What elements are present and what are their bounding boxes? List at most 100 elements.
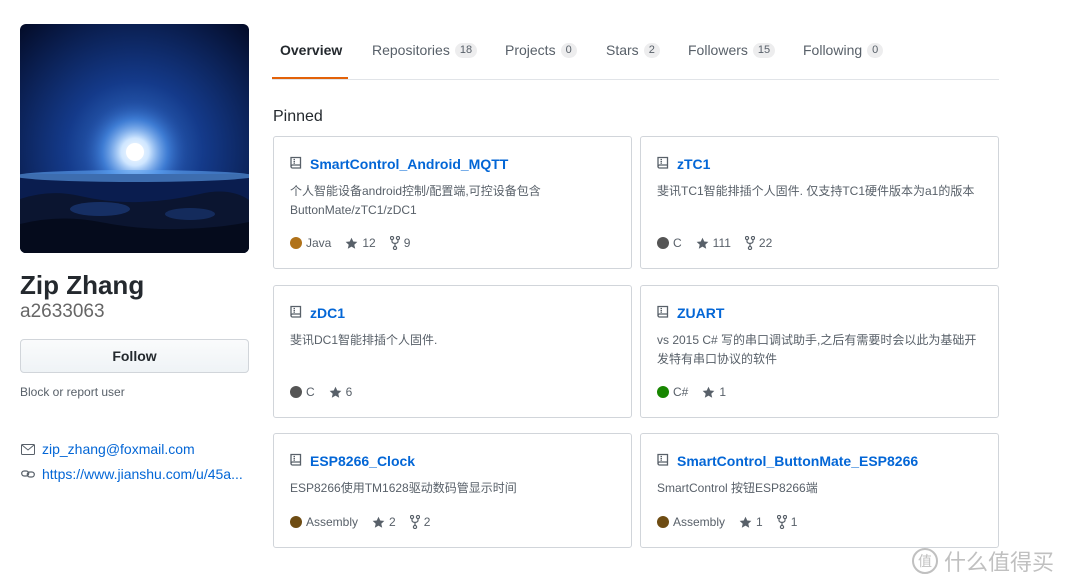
repo-stars-link[interactable]: 111 [696,236,731,250]
repo-forks-link[interactable]: 22 [744,236,772,250]
repo-card-header: SmartControl_ButtonMate_ESP8266 [657,453,918,469]
repo-stars-count[interactable]: 1 [756,515,763,529]
tab-followers[interactable]: Followers 15 [688,42,776,58]
repo-forks-link[interactable]: 2 [409,515,431,529]
profile-email-text[interactable]: zip_zhang@foxmail.com [42,441,195,457]
repo-icon [290,453,304,469]
repo-icon [657,453,671,469]
repo-stars-link[interactable]: 12 [345,236,376,250]
profile-email[interactable]: zip_zhang@foxmail.com [20,441,195,457]
mail-icon [20,442,36,456]
repo-card-header: zDC1 [290,305,345,321]
repo-name-link[interactable]: ESP8266_Clock [310,453,415,469]
repo-forks-link[interactable]: 9 [389,236,411,250]
repo-card-header: zTC1 [657,156,710,172]
repo-stars-count[interactable]: 1 [719,385,726,399]
site-watermark: 值 什么值得买 [912,545,1054,577]
pinned-heading: Pinned [273,108,323,125]
watermark-text: 什么值得买 [944,550,1055,575]
repo-description: ESP8266使用TM1628驱动数码管显示时间 [290,481,517,495]
star-icon [696,237,709,249]
repo-language-label: C [673,236,682,250]
repo-language: Java [290,236,331,250]
repo-stars-count[interactable]: 2 [389,515,396,529]
repo-name-link[interactable]: zDC1 [310,305,345,321]
tab-repositories[interactable]: Repositories 18 [372,42,478,58]
repo-stars-count[interactable]: 12 [362,236,375,250]
repo-forks-count[interactable]: 9 [404,236,411,250]
star-icon [702,386,715,398]
repo-stars-link[interactable]: 1 [739,515,763,529]
repo-meta: Assembly 2 2 [290,515,444,529]
star-icon [329,386,342,398]
tab-following-count: 0 [867,42,884,58]
profile-fullname: Zip Zhang [20,270,145,300]
repo-name-link[interactable]: SmartControl_Android_MQTT [310,156,508,172]
fork-icon [409,515,420,529]
repo-description: 斐讯DC1智能排插个人固件. [290,333,438,347]
repo-stars-link[interactable]: 1 [702,385,726,399]
follow-button[interactable]: Follow [20,339,249,373]
repo-name-link[interactable]: SmartControl_ButtonMate_ESP8266 [677,453,918,469]
repo-language: Assembly [290,515,358,529]
star-icon [346,237,358,249]
profile-url[interactable]: https://www.jianshu.com/u/45a... [20,466,243,482]
repo-language: C [657,236,682,250]
repo-icon [290,305,304,321]
repo-description: vs 2015 C# 写的串口调试助手,之后有需要时会以此为基础开发特有串口协议… [657,333,977,366]
tab-repositories-count: 18 [454,42,478,58]
tab-projects-label: Projects [505,42,556,58]
repo-forks-link[interactable]: 1 [776,515,798,529]
tab-repositories-label: Repositories [372,42,450,58]
repo-meta: C 6 [290,385,366,399]
tab-projects[interactable]: Projects 0 [505,42,577,58]
tab-stars[interactable]: Stars 2 [606,42,660,58]
repo-icon [657,156,671,172]
star-icon [372,516,385,528]
repo-icon [290,156,304,172]
repo-description: 个人智能设备android控制/配置端,可控设备包含ButtonMate/zTC… [290,184,541,217]
fork-icon [389,236,400,250]
repo-language: C [290,385,315,399]
repo-forks-count[interactable]: 1 [791,515,798,529]
tab-stars-label: Stars [606,42,639,58]
star-icon [739,516,752,528]
repo-forks-count[interactable]: 2 [424,515,431,529]
tab-overview[interactable]: Overview [280,42,342,58]
tab-projects-count: 0 [560,42,577,58]
fork-icon [744,236,755,250]
repo-meta: Java 12 9 [290,236,424,250]
profile-username: a2633063 [20,301,105,322]
repo-card-header: ZUART [657,305,724,321]
repo-stars-link[interactable]: 2 [372,515,396,529]
repo-card-header: SmartControl_Android_MQTT [290,156,508,172]
repo-name-link[interactable]: zTC1 [677,156,710,172]
repo-meta: C 111 22 [657,236,786,250]
repo-card-header: ESP8266_Clock [290,453,415,469]
repo-language: C# [657,385,688,399]
repo-name-link[interactable]: ZUART [677,305,724,321]
repo-forks-count[interactable]: 22 [759,236,772,250]
repo-language-label: Java [306,236,332,250]
fork-icon [776,515,787,529]
profile-url-text[interactable]: https://www.jianshu.com/u/45a... [42,466,243,482]
profile-tabs: Overview Repositories 18 Projects 0 Star… [272,30,999,80]
repo-language-label: C [306,385,315,399]
repo-card: zDC1 斐讯DC1智能排插个人固件. C 6 [273,285,632,418]
repo-card: zTC1 斐讯TC1智能排插个人固件. 仅支持TC1硬件版本为a1的版本 C 1… [640,136,999,269]
tab-overview-label: Overview [280,42,343,58]
profile-avatar[interactable] [20,24,249,253]
tab-followers-label: Followers [688,42,748,58]
link-icon [20,467,36,481]
repo-description: SmartControl 按钮ESP8266端 [657,481,818,495]
tab-following[interactable]: Following 0 [803,42,884,58]
svg-text:值: 值 [918,554,932,570]
repo-stars-count[interactable]: 6 [346,385,353,399]
active-tab-indicator [272,77,348,79]
block-report-link[interactable]: Block or report user [20,385,125,399]
repo-stars-count[interactable]: 111 [713,236,731,250]
repo-stars-link[interactable]: 6 [329,385,353,399]
language-color-dot [290,386,302,398]
repo-card: SmartControl_Android_MQTT 个人智能设备android控… [273,136,632,269]
repo-card: ESP8266_Clock ESP8266使用TM1628驱动数码管显示时间 A… [273,433,632,548]
